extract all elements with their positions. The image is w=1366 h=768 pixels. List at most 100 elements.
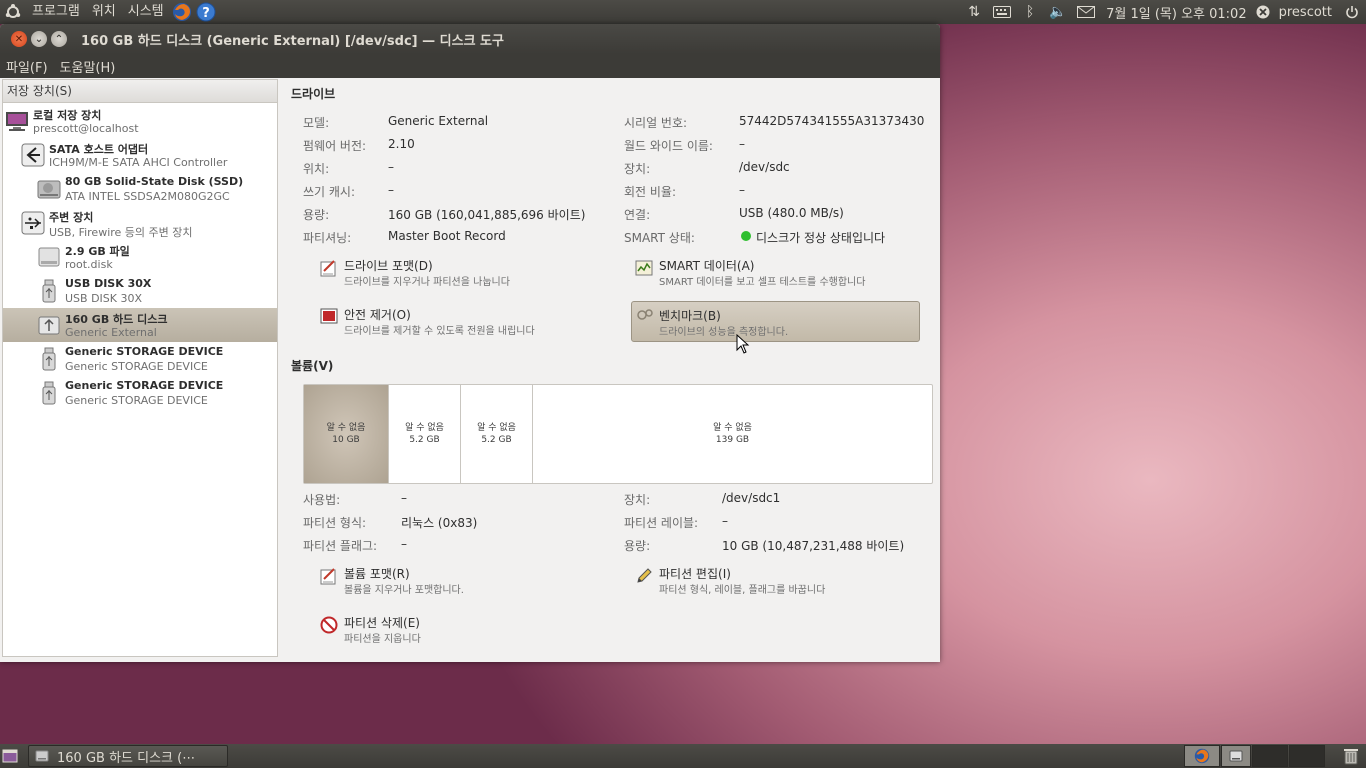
svg-text:?: ? — [202, 6, 210, 21]
workspace-1-window[interactable] — [1221, 745, 1251, 767]
segment-size: 5.2 GB — [481, 435, 512, 445]
drive-prop-label: 회전 비율: — [624, 185, 677, 199]
close-button[interactable]: ✕ — [11, 31, 27, 47]
menu-help[interactable]: 도움말(H) — [54, 57, 122, 76]
sidebar-item-name: 로컬 저장 장치 — [33, 109, 102, 122]
sidebar-item-name: Generic STORAGE DEVICE — [65, 345, 224, 358]
clock[interactable]: 7월 1일 (목) 오후 01:02 — [1100, 3, 1252, 22]
sidebar-header: 저장 장치(S) — [3, 80, 277, 103]
sidebar-item-usb-disk[interactable]: USB DISK 30X USB DISK 30X — [3, 274, 277, 308]
maximize-button[interactable]: ⌃ — [51, 31, 67, 47]
ubuntu-logo-icon[interactable] — [0, 0, 26, 24]
format-drive-icon — [320, 260, 336, 277]
user-status-icon[interactable] — [1253, 0, 1273, 24]
benchmark-icon — [637, 309, 653, 320]
workspace-1[interactable] — [1184, 745, 1220, 767]
show-desktop-icon[interactable] — [2, 748, 18, 764]
sidebar-item-sata-adapter[interactable]: SATA 호스트 어댑터 ICH9M/M-E SATA AHCI Control… — [3, 138, 277, 172]
computer-icon — [6, 112, 28, 131]
volume-prop-value: – — [401, 491, 407, 505]
titlebar[interactable]: ✕ ⌄ ⌃ 160 GB 하드 디스크 (Generic External) [… — [0, 24, 940, 54]
drive-prop-value: 57442D574341555A31373430 — [739, 114, 925, 128]
benchmark-button[interactable]: 벤치마크(B) 드라이브의 성능을 측정합니다. — [631, 301, 920, 342]
drive-prop-value: Generic External — [388, 114, 489, 128]
workspace-2[interactable] — [1252, 745, 1288, 767]
volume-prop-value: – — [401, 537, 407, 551]
menu-file[interactable]: 파일(F) — [0, 57, 54, 76]
sidebar-item-160gb-disk[interactable]: 160 GB 하드 디스크 Generic External — [3, 308, 277, 342]
drive-prop-label: 펌웨어 버전: — [303, 139, 367, 153]
sidebar-item-ssd[interactable]: 80 GB Solid-State Disk (SSD) ATA INTEL S… — [3, 172, 277, 206]
action-title: SMART 데이터(A) — [659, 259, 755, 273]
storage-devices-sidebar: 저장 장치(S) 로컬 저장 장치 prescott@localhost SAT… — [2, 79, 278, 657]
sidebar-item-sub: Generic External — [65, 326, 157, 339]
menubar: 파일(F) 도움말(H) — [0, 54, 940, 78]
drive-prop-value: – — [388, 183, 394, 197]
volume-segment-3[interactable]: 알 수 없음 5.2 GB — [461, 385, 533, 483]
network-icon[interactable]: ⇅ — [960, 0, 988, 24]
volume-map: 알 수 없음 10 GB 알 수 없음 5.2 GB 알 수 없음 5.2 GB… — [303, 384, 933, 484]
workspace-3[interactable] — [1289, 745, 1325, 767]
volume-prop-label: 용량: — [624, 539, 651, 553]
mouse-cursor-icon — [736, 334, 750, 354]
action-subtitle: SMART 데이터를 보고 셀프 테스트를 수행합니다 — [659, 277, 866, 288]
sata-adapter-icon — [21, 143, 45, 167]
drive-prop-value: – — [739, 137, 745, 151]
taskbar-window-button[interactable]: 160 GB 하드 디스크 (⋯ — [28, 745, 228, 767]
volume-segment-2[interactable]: 알 수 없음 5.2 GB — [389, 385, 461, 483]
sidebar-item-local-storage[interactable]: 로컬 저장 장치 prescott@localhost — [3, 104, 277, 138]
segment-size: 5.2 GB — [409, 435, 440, 445]
drive-prop-value: – — [388, 160, 394, 174]
action-title: 파티션 삭제(E) — [344, 616, 420, 630]
sidebar-item-generic-storage-2[interactable]: Generic STORAGE DEVICE Generic STORAGE D… — [3, 376, 277, 410]
action-subtitle: 파티션을 지웁니다 — [344, 634, 421, 645]
volume-prop-value: 10 GB (10,487,231,488 바이트) — [722, 539, 905, 553]
drive-prop-label: 쓰기 캐시: — [303, 185, 356, 199]
usb-stick-icon — [42, 279, 56, 303]
volume-segment-1[interactable]: 알 수 없음 10 GB — [304, 385, 389, 483]
trash-icon[interactable] — [1342, 747, 1360, 765]
format-volume-icon — [320, 568, 336, 585]
minimize-button[interactable]: ⌄ — [31, 31, 47, 47]
drive-prop-value: 160 GB (160,041,885,696 바이트) — [388, 208, 586, 222]
drive-prop-value: 2.10 — [388, 137, 415, 151]
drive-prop-label: 장치: — [624, 162, 651, 176]
sidebar-item-file-disk[interactable]: 2.9 GB 파일 root.disk — [3, 240, 277, 274]
action-subtitle: 드라이브의 성능을 측정합니다. — [659, 327, 789, 338]
firefox-icon[interactable] — [170, 0, 194, 24]
mail-icon[interactable] — [1072, 0, 1100, 24]
menu-system[interactable]: 시스템 — [122, 0, 170, 24]
drive-prop-label: 모델: — [303, 116, 330, 130]
menu-applications[interactable]: 프로그램 — [26, 0, 86, 24]
help-icon[interactable]: ? — [194, 0, 218, 24]
drive-prop-value: Master Boot Record — [388, 229, 506, 243]
sidebar-item-peripherals[interactable]: 주변 장치 USB, Firewire 등의 주변 장치 — [3, 206, 277, 240]
drive-prop-label: 연결: — [624, 208, 651, 222]
volume-prop-label: 사용법: — [303, 493, 341, 507]
drive-prop-label: 위치: — [303, 162, 330, 176]
sidebar-item-sub: prescott@localhost — [33, 122, 139, 135]
top-panel: 프로그램 위치 시스템 ? ⇅ ᛒ 🔈 7월 1일 (목) 오후 01:02 p… — [0, 0, 1366, 24]
volume-segment-4[interactable]: 알 수 없음 139 GB — [533, 385, 932, 483]
action-subtitle: 파티션 형식, 레이블, 플래그를 바꿉니다 — [659, 585, 826, 596]
action-title: 파티션 편집(I) — [659, 567, 731, 581]
keyboard-icon[interactable] — [988, 0, 1016, 24]
sidebar-item-name: Generic STORAGE DEVICE — [65, 379, 224, 392]
user-name[interactable]: prescott — [1273, 5, 1338, 20]
sidebar-item-generic-storage-1[interactable]: Generic STORAGE DEVICE Generic STORAGE D… — [3, 342, 277, 376]
action-title: 드라이브 포맷(D) — [344, 259, 433, 273]
power-icon[interactable] — [1338, 0, 1366, 24]
volume-prop-value: 리눅스 (0x83) — [401, 516, 478, 530]
volume-prop-label: 파티션 형식: — [303, 516, 367, 530]
menu-places[interactable]: 위치 — [86, 0, 122, 24]
volume-icon[interactable]: 🔈 — [1044, 0, 1072, 24]
safe-removal-icon — [320, 308, 338, 324]
segment-label: 알 수 없음 — [713, 423, 752, 433]
bluetooth-icon[interactable]: ᛒ — [1016, 0, 1044, 24]
sidebar-item-name: SATA 호스트 어댑터 — [49, 143, 149, 156]
segment-size: 10 GB — [332, 435, 360, 445]
usb-drive-icon — [38, 316, 60, 335]
volumes-section-title: 볼륨(V) — [291, 359, 334, 373]
usb-stick-icon — [42, 381, 56, 405]
delete-icon — [320, 616, 338, 634]
